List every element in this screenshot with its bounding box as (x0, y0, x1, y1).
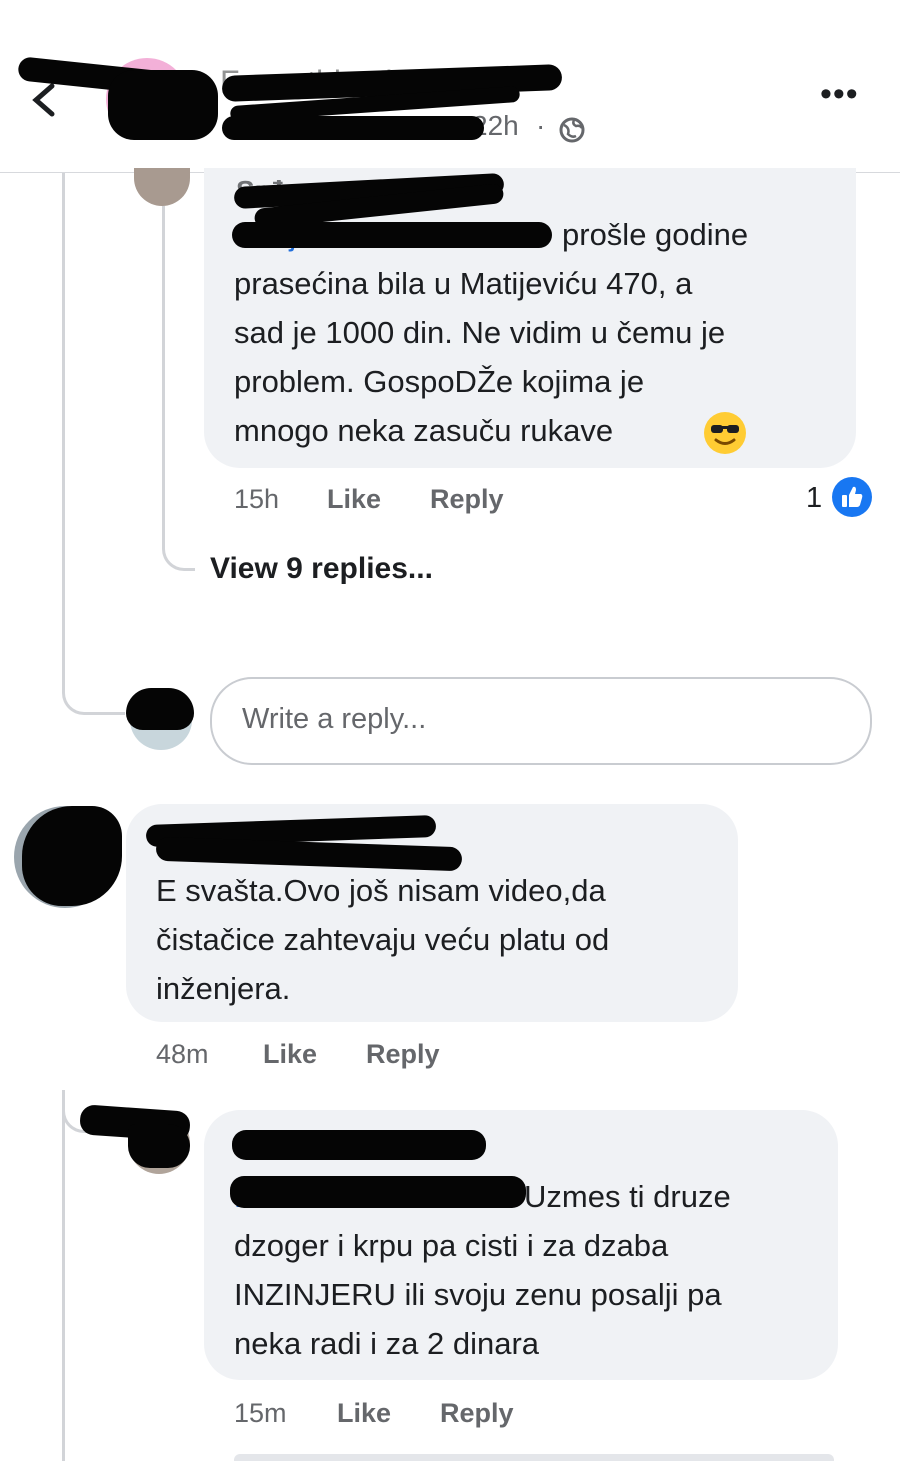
commenter-avatar[interactable] (134, 168, 190, 206)
thumbs-up-icon[interactable] (832, 477, 872, 517)
comment-text-line: Uzmes ti druze (524, 1179, 731, 1214)
comment-text-line: sad je 1000 din. Ne vidim u čemu je (234, 315, 726, 350)
meta-separator: · (536, 110, 546, 141)
post-header: Fuzzgthi ogboi 22h · ••• (0, 0, 900, 172)
more-dots-icon[interactable]: ••• (820, 77, 859, 111)
like-button[interactable]: Like (337, 1398, 391, 1429)
comment-text-line: INZINJERU ili svoju zenu posalji pa (234, 1277, 722, 1312)
thread-line (62, 1090, 65, 1461)
comment-text-line: mnogo neka zasuču rukave (234, 413, 614, 448)
redaction-mark (128, 1124, 190, 1168)
back-arrow-icon[interactable] (28, 82, 58, 118)
view-replies-link[interactable]: View 9 replies... (210, 552, 433, 586)
comment-text-line: problem. GospoDŽe kojima je (234, 364, 645, 399)
reply-button[interactable]: Reply (440, 1398, 514, 1429)
thread-line (62, 173, 65, 693)
thread-line (162, 206, 165, 546)
comment-time[interactable]: 15h (234, 484, 279, 515)
thread-line (62, 660, 125, 715)
reply-button[interactable]: Reply (366, 1039, 440, 1070)
comment-text-line: E svašta.Ovo još nisam video,da (156, 873, 606, 908)
redaction-mark (230, 1176, 526, 1208)
comment-text-line: prošle godine (562, 217, 749, 252)
comment-text-line: čistačice zahtevaju veću platu od (156, 922, 610, 957)
comment-time[interactable]: 48m (156, 1039, 209, 1070)
like-button[interactable]: Like (327, 484, 381, 515)
reply-input[interactable]: Write a reply... (210, 677, 872, 765)
comment-bubble (234, 1454, 834, 1461)
redaction-mark (232, 222, 552, 248)
comment-text-line: inženjera. (156, 971, 291, 1006)
redaction-mark (126, 688, 194, 730)
reply-button[interactable]: Reply (430, 484, 504, 515)
thread-line (162, 520, 195, 571)
redaction-mark (222, 116, 484, 140)
reply-placeholder: Write a reply... (242, 703, 427, 735)
redaction-mark (232, 1130, 486, 1160)
comment-text-line: neka radi i za 2 dinara (234, 1326, 540, 1361)
reaction-count[interactable]: 1 (806, 482, 822, 515)
redaction-mark (108, 70, 218, 140)
like-button[interactable]: Like (263, 1039, 317, 1070)
comment-text-line: prasećina bila u Matijeviću 470, a (234, 266, 693, 301)
redaction-mark (22, 806, 122, 906)
smiling-face-with-sunglasses-icon (704, 412, 746, 454)
comment-time[interactable]: 15m (234, 1398, 287, 1429)
comment-text-line: dzoger i krpu pa cisti i za dzaba (234, 1228, 669, 1263)
globe-icon (559, 117, 585, 143)
